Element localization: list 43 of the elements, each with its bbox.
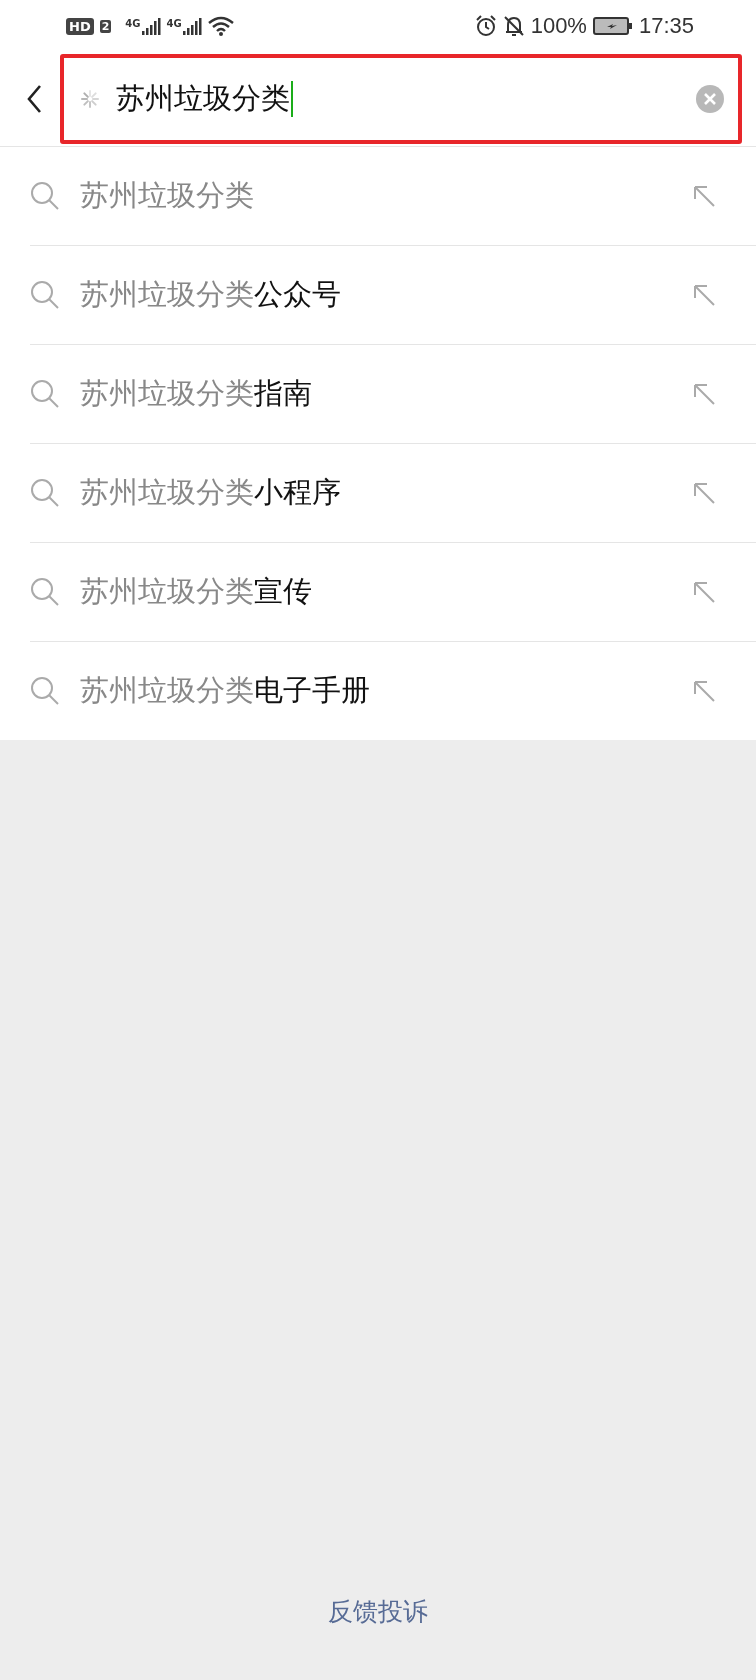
- arrow-up-left-icon: [692, 184, 716, 208]
- suggestion-item[interactable]: 苏州垃圾分类公众号: [30, 246, 756, 345]
- hd-badge: HD: [66, 17, 94, 35]
- suggestion-item[interactable]: 苏州垃圾分类宣传: [30, 543, 756, 642]
- alarm-icon: [474, 15, 497, 37]
- arrow-up-left-icon: [692, 679, 716, 703]
- bell-off-icon: [502, 15, 525, 37]
- network-type: 4G: [125, 17, 141, 29]
- search-field[interactable]: 苏州垃圾分类: [60, 54, 742, 144]
- network-type: 4G: [166, 17, 182, 29]
- suggestion-text: 苏州垃圾分类: [80, 177, 255, 214]
- suggestion-item[interactable]: 苏州垃圾分类指南: [30, 345, 756, 444]
- suggestion-item[interactable]: 苏州垃圾分类电子手册: [30, 642, 756, 740]
- sim-number: 2: [99, 19, 112, 33]
- suggestion-text: 苏州垃圾分类电子手册: [80, 672, 371, 709]
- search-icon: [30, 181, 60, 211]
- loading-spinner-icon: [78, 87, 102, 111]
- signal-icon: [181, 17, 202, 35]
- suggestion-text: 苏州垃圾分类小程序: [80, 474, 342, 511]
- clock-time: 17:35: [638, 13, 694, 39]
- feedback-link[interactable]: 反馈投诉: [328, 1595, 428, 1628]
- battery-icon: [592, 16, 633, 36]
- suggestion-text: 苏州垃圾分类指南: [80, 375, 313, 412]
- suggestion-text: 苏州垃圾分类宣传: [80, 573, 313, 610]
- search-icon: [30, 676, 60, 706]
- suggestion-item[interactable]: 苏州垃圾分类小程序: [30, 444, 756, 543]
- search-text: 苏州垃圾分类: [116, 80, 290, 117]
- arrow-up-left-icon: [692, 481, 716, 505]
- signal-icon: [140, 17, 161, 35]
- arrow-up-left-icon: [692, 283, 716, 307]
- arrow-up-left-icon: [692, 580, 716, 604]
- text-cursor: [291, 81, 293, 117]
- search-icon: [30, 478, 60, 508]
- close-icon: [696, 85, 724, 113]
- search-icon: [30, 577, 60, 607]
- wifi-icon: [207, 16, 234, 36]
- battery-percent: 100%: [530, 13, 587, 39]
- search-icon: [30, 280, 60, 310]
- suggestion-text: 苏州垃圾分类公众号: [80, 276, 342, 313]
- chevron-left-icon: [26, 84, 42, 114]
- arrow-up-left-icon: [692, 382, 716, 406]
- suggestion-item[interactable]: 苏州垃圾分类: [30, 147, 756, 246]
- search-icon: [30, 379, 60, 409]
